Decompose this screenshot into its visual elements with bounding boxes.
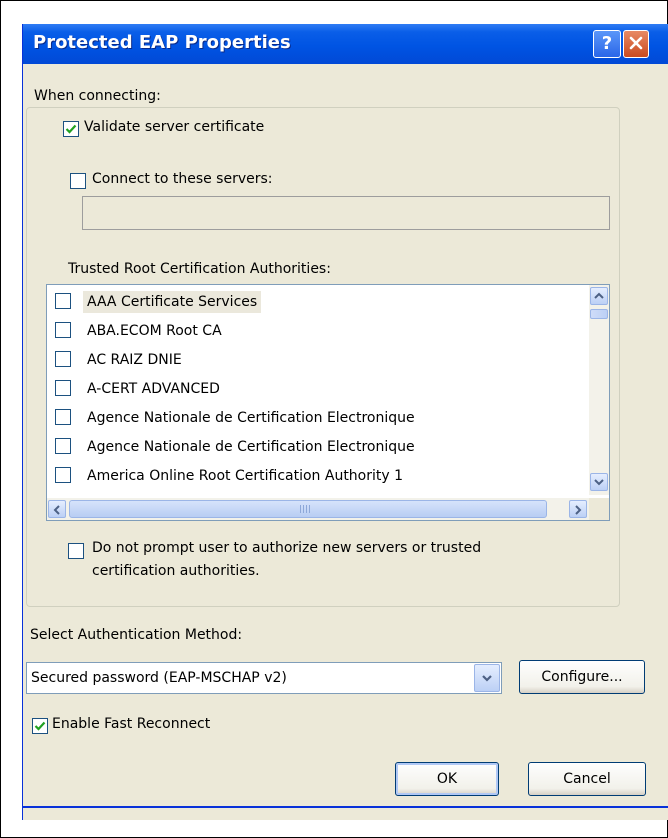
- title-bar[interactable]: Protected EAP Properties ?: [23, 24, 668, 64]
- ca-item-checkbox[interactable]: [55, 438, 71, 454]
- connect-to-servers-checkbox[interactable]: [70, 173, 86, 189]
- close-button[interactable]: [623, 30, 649, 58]
- window-bottom-border: [22, 806, 668, 808]
- ca-item-label: ABA.ECOM Root CA: [87, 323, 222, 339]
- scroll-left-button[interactable]: [48, 500, 66, 518]
- horizontal-scroll-thumb[interactable]: [69, 500, 547, 518]
- chevron-down-icon: [482, 675, 492, 682]
- connect-to-servers-label[interactable]: Connect to these servers:: [92, 171, 273, 187]
- cancel-button[interactable]: Cancel: [528, 762, 646, 796]
- ca-item-checkbox[interactable]: [55, 467, 71, 483]
- ca-item-label: A-CERT ADVANCED: [87, 381, 220, 397]
- enable-fast-reconnect-checkbox[interactable]: [32, 718, 48, 734]
- configure-button[interactable]: Configure...: [519, 660, 645, 694]
- chevron-down-icon: [594, 479, 604, 486]
- ok-button[interactable]: OK: [395, 762, 499, 796]
- ca-item-label: America Online Root Certification Author…: [87, 468, 404, 484]
- ca-item-checkbox[interactable]: [55, 293, 71, 309]
- ca-item-checkbox[interactable]: [55, 322, 71, 338]
- no-prompt-checkbox[interactable]: [68, 543, 84, 559]
- enable-fast-reconnect-label[interactable]: Enable Fast Reconnect: [52, 716, 210, 732]
- when-connecting-label: When connecting:: [34, 88, 161, 104]
- auth-method-value: Secured password (EAP-MSCHAP v2): [31, 670, 287, 686]
- trusted-ca-listbox[interactable]: AAA Certificate Services ABA.ECOM Root C…: [46, 284, 610, 521]
- auth-method-dropdown[interactable]: Secured password (EAP-MSCHAP v2): [26, 662, 502, 694]
- scroll-down-button[interactable]: [590, 473, 608, 491]
- vertical-scrollbar[interactable]: [589, 285, 609, 495]
- scroll-grip-icon: [300, 505, 312, 513]
- no-prompt-label-line2[interactable]: certification authorities.: [92, 563, 260, 579]
- chevron-left-icon: [53, 505, 60, 515]
- vertical-scroll-thumb[interactable]: [590, 309, 608, 319]
- checkmark-icon: [34, 721, 46, 731]
- no-prompt-label-line1[interactable]: Do not prompt user to authorize new serv…: [92, 540, 481, 556]
- dropdown-button[interactable]: [474, 664, 500, 692]
- select-auth-method-label: Select Authentication Method:: [30, 627, 243, 643]
- help-button[interactable]: ?: [593, 30, 621, 58]
- servers-input[interactable]: [82, 196, 610, 230]
- ca-item-label: Agence Nationale de Certification Electr…: [87, 439, 415, 455]
- ca-item-label: Agence Nationale de Certification Electr…: [87, 410, 415, 426]
- ca-item-label: AC RAIZ DNIE: [87, 352, 182, 368]
- ca-item-label: AAA Certificate Services: [83, 291, 262, 313]
- scroll-up-button[interactable]: [590, 287, 608, 305]
- horizontal-scrollbar[interactable]: [47, 498, 591, 520]
- chevron-right-icon: [575, 505, 582, 515]
- scrollbar-corner: [589, 498, 609, 520]
- close-icon: [629, 36, 643, 50]
- validate-server-checkbox[interactable]: [63, 121, 79, 137]
- window-title: Protected EAP Properties: [33, 32, 291, 53]
- chevron-up-icon: [594, 292, 604, 299]
- ca-item-checkbox[interactable]: [55, 351, 71, 367]
- scroll-right-button[interactable]: [569, 500, 587, 518]
- trusted-root-ca-label: Trusted Root Certification Authorities:: [68, 261, 331, 277]
- validate-server-label[interactable]: Validate server certificate: [84, 119, 264, 135]
- help-icon: ?: [601, 33, 613, 54]
- ca-item-checkbox[interactable]: [55, 409, 71, 425]
- checkmark-icon: [65, 124, 77, 134]
- ca-item-checkbox[interactable]: [55, 380, 71, 396]
